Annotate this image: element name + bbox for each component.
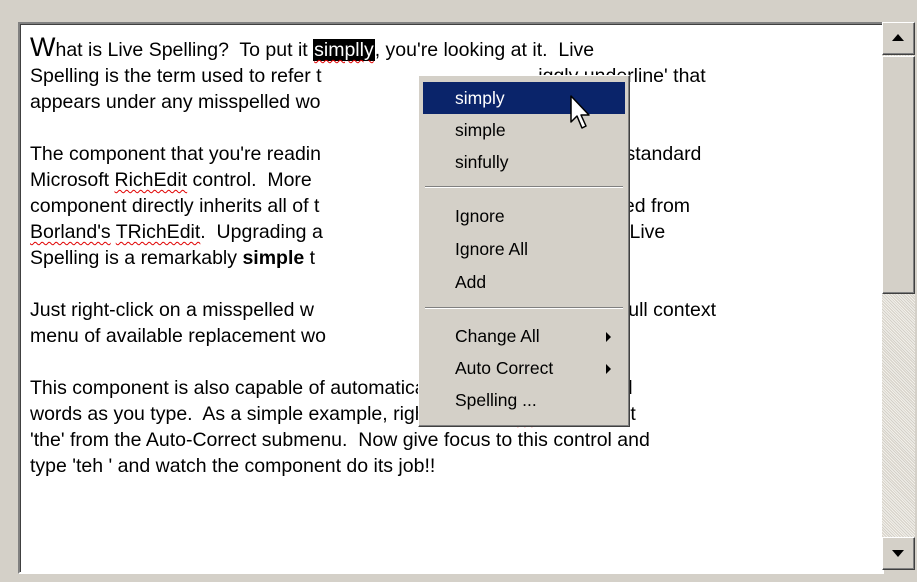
text-run: 'the' from the Auto-Correct submenu. Now… (30, 429, 650, 451)
drop-cap: W (30, 32, 56, 62)
text-run: appears under any misspelled wo (30, 91, 321, 113)
suggestion-simply[interactable]: simply (423, 82, 625, 114)
text-run: Spelling is a remarkably (30, 247, 243, 269)
text-run: type 'teh ' and watch the component do i… (30, 455, 436, 477)
text-run: t (304, 247, 316, 269)
suggestion-simple[interactable]: simple (423, 114, 625, 146)
text-run: menu of available replacement wo (30, 325, 326, 347)
triangle-right-icon (606, 364, 611, 374)
misspelled-word: simplly (313, 39, 375, 61)
change-all-item[interactable]: Change All (423, 320, 625, 352)
text-run: Microsoft (30, 169, 115, 191)
text-run: Just right-click on a misspelled w (30, 299, 314, 321)
text-run: . Upgrading a (200, 221, 323, 243)
change-all-label: Change All (455, 326, 540, 346)
text-run: control. More (187, 169, 318, 191)
auto-correct-label: Auto Correct (455, 358, 554, 378)
spelling-context-menu[interactable]: simply simple sinfully Ignore Ignore All… (418, 75, 630, 427)
triangle-down-icon (892, 550, 904, 557)
text-run: The component that you're readin (30, 143, 321, 165)
triangle-right-icon (606, 332, 611, 342)
scroll-thumb[interactable] (882, 56, 915, 294)
suggestion-sinfully[interactable]: sinfully (423, 146, 625, 178)
vertical-scrollbar[interactable] (882, 22, 915, 570)
misspelled-word: Borland's (30, 221, 111, 243)
misspelled-word: TRichEdit (115, 221, 201, 243)
misspelled-word: RichEdit (114, 169, 188, 191)
menu-separator (425, 307, 623, 309)
triangle-up-icon (892, 34, 904, 41)
text-run: , you're looking at it. Live (374, 39, 595, 61)
ignore-item[interactable]: Ignore (423, 200, 625, 232)
text-run: hat is Live Spelling? To put it (55, 39, 314, 61)
scroll-up-button[interactable] (882, 22, 915, 55)
scroll-down-button[interactable] (882, 537, 915, 570)
add-item[interactable]: Add (423, 266, 625, 298)
emphasis-text: simple (242, 247, 305, 269)
spelling-item[interactable]: Spelling ... (423, 384, 625, 416)
menu-separator (425, 186, 623, 188)
auto-correct-item[interactable]: Auto Correct (423, 352, 625, 384)
text-run: component directly inherits all of t (30, 195, 320, 217)
arrow-cursor-icon (570, 95, 590, 129)
text-run: Spelling is the term used to refer t (30, 65, 322, 87)
ignore-all-item[interactable]: Ignore All (423, 233, 625, 265)
